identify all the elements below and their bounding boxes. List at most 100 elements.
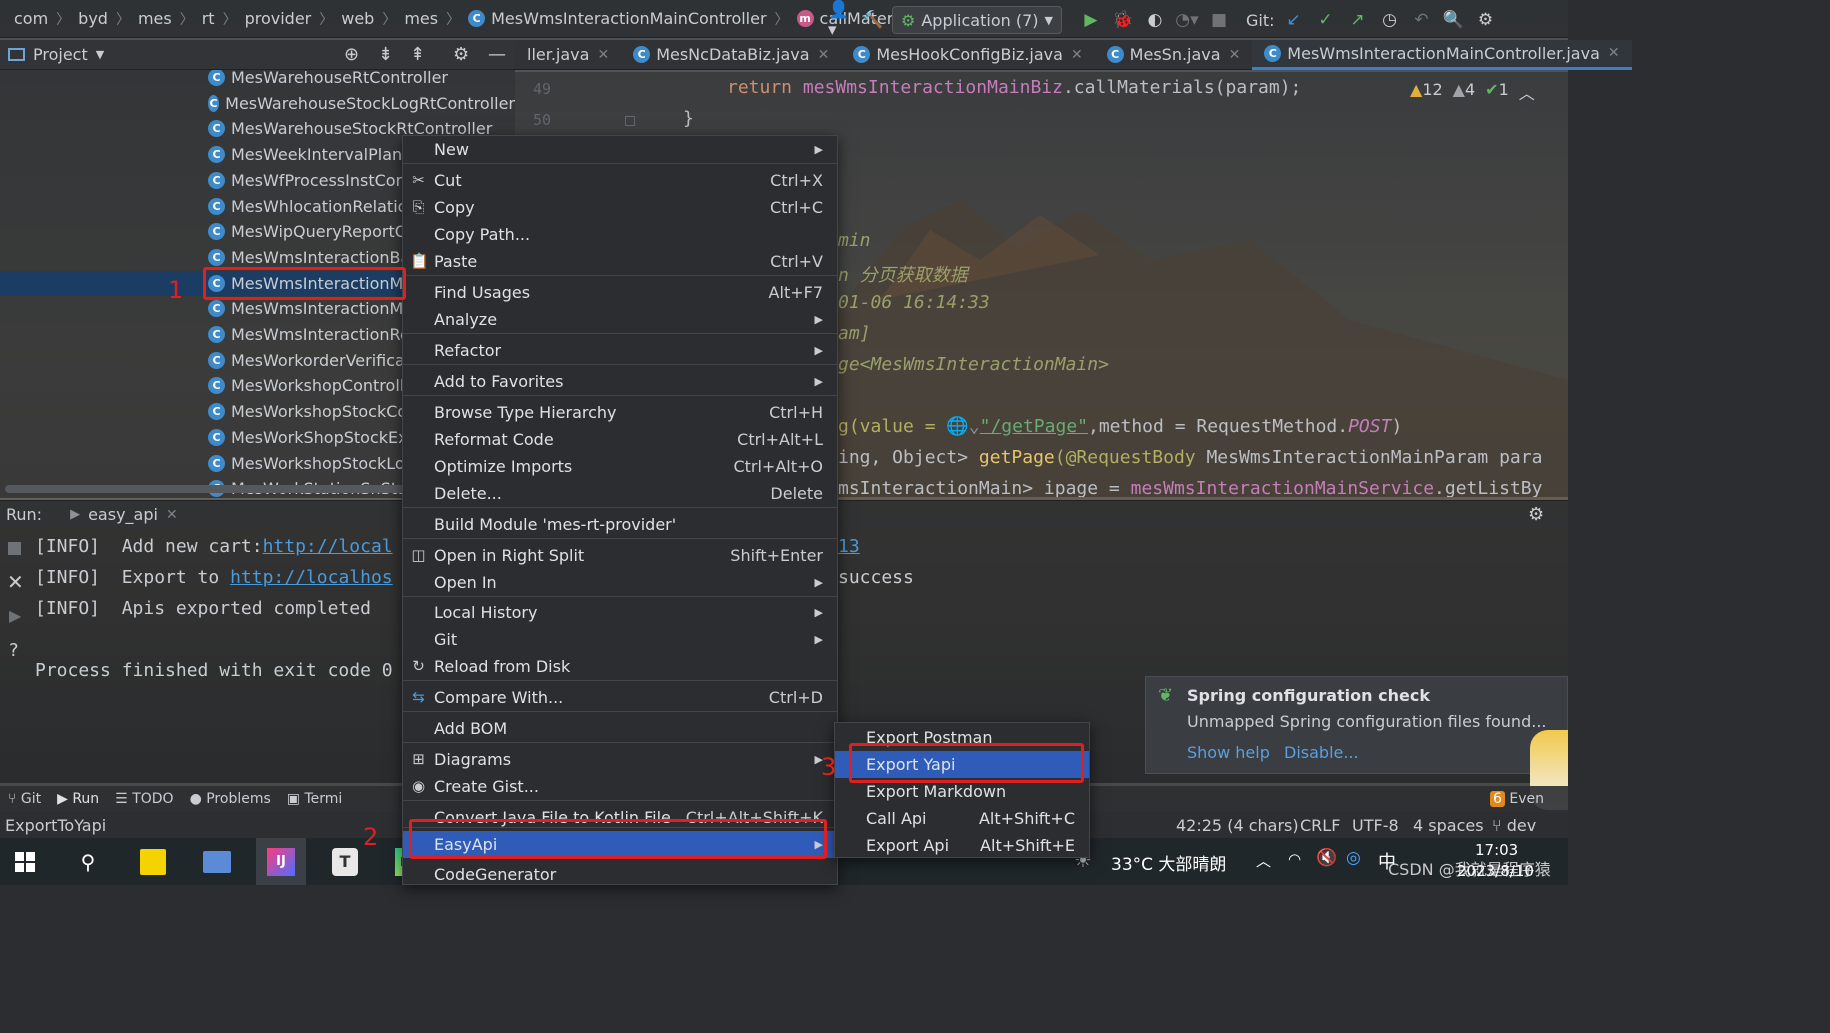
tree-item[interactable]: C MesWarehouseRtController [0, 70, 515, 90]
help-icon[interactable]: ? [9, 640, 19, 661]
coverage-icon[interactable]: ◐ [1142, 7, 1168, 33]
rollback-icon[interactable]: ↶ [1408, 7, 1434, 33]
inspection-widget[interactable]: ▲12 ▲4 ✔1 ︿ [1410, 80, 1535, 104]
menu-item-add-to-favorites[interactable]: Add to Favorites ▶ [403, 368, 837, 395]
menu-item-cut[interactable]: ✂ Cut Ctrl+X [403, 167, 837, 194]
locate-icon[interactable]: ⊕ [344, 44, 359, 65]
submenu-item-call-api[interactable]: Call Api Alt+Shift+C [835, 805, 1089, 832]
editor-tab[interactable]: C MesHookConfigBiz.java ✕ [841, 40, 1094, 70]
close-icon[interactable]: ✕ [1071, 47, 1083, 63]
tool-event-log[interactable]: 6 Even [1490, 791, 1544, 807]
tool-problems[interactable]: ● Problems [190, 791, 271, 807]
tool-git[interactable]: ⑂ Git [8, 791, 41, 807]
breadcrumb-class[interactable]: C MesWmsInteractionMainController 〉 [468, 9, 796, 29]
search-icon[interactable]: 🔍 [1440, 7, 1466, 33]
fold-marker-icon[interactable] [625, 116, 635, 126]
close-icon[interactable]: ✕ [597, 47, 609, 63]
run-config-dropdown[interactable]: ⚙ Application (7) ▼ [892, 6, 1062, 34]
stop-icon[interactable]: ■ [1206, 7, 1232, 33]
breadcrumb-item[interactable]: byd 〉 [78, 9, 138, 29]
breadcrumb-item[interactable]: provider 〉 [245, 9, 342, 29]
menu-item-optimize-imports[interactable]: Optimize Imports Ctrl+Alt+O [403, 453, 837, 480]
history-icon[interactable]: ◷ [1376, 7, 1402, 33]
close-icon[interactable]: ✕ [166, 507, 178, 523]
breadcrumb-item[interactable]: rt 〉 [202, 9, 245, 29]
tree-item[interactable]: C MesWarehouseStockLogRtController [0, 91, 515, 116]
show-help-link[interactable]: Show help [1187, 743, 1270, 762]
menu-item-git[interactable]: Git ▶ [403, 626, 837, 653]
git-commit-icon[interactable]: ✓ [1312, 7, 1338, 33]
build-hammer-icon[interactable]: 🔨 [860, 7, 886, 33]
run-tab[interactable]: easy_api [88, 505, 158, 524]
breadcrumb-item[interactable]: com 〉 [14, 9, 78, 29]
vcs-branch[interactable]: ⑂ dev [1492, 816, 1536, 835]
user-icon[interactable]: 👤▾ [828, 0, 854, 40]
tool-run[interactable]: ▶ Run [57, 791, 99, 807]
gear-icon[interactable]: ⚙ [453, 44, 469, 65]
rerun-icon[interactable]: ▶ [9, 606, 21, 625]
chevron-up-icon[interactable]: ︿ [1256, 850, 1271, 871]
menu-item-local-history[interactable]: Local History ▶ [403, 599, 837, 626]
console-link[interactable]: 13 [838, 536, 860, 557]
menu-item-new[interactable]: New ▶ [403, 136, 837, 163]
sticky-notes-icon[interactable] [128, 838, 178, 885]
app-tray-icon[interactable]: ◎ [1346, 848, 1361, 868]
intellij-icon[interactable]: IJ [256, 838, 306, 885]
git-push-icon[interactable]: ↗ [1344, 7, 1370, 33]
disable-link[interactable]: Disable... [1284, 743, 1359, 762]
volume-muted-icon[interactable]: 🔇 [1316, 848, 1337, 868]
menu-item-open-in-right-split[interactable]: ◫ Open in Right Split Shift+Enter [403, 542, 837, 569]
chevron-down-icon[interactable]: ▼ [96, 48, 104, 61]
close-icon[interactable]: ✕ [1229, 47, 1241, 63]
menu-item-copy[interactable]: ⎘ Copy Ctrl+C [403, 194, 837, 221]
menu-item-copy-path[interactable]: Copy Path... [403, 221, 837, 248]
collapse-all-icon[interactable]: ⇞ [410, 44, 425, 65]
menu-item-diagrams[interactable]: ⊞ Diagrams ▶ [403, 746, 837, 773]
line-separator[interactable]: CRLF [1300, 816, 1340, 835]
run-icon[interactable]: ▶ [1078, 7, 1104, 33]
breadcrumb-item[interactable]: mes 〉 [404, 9, 468, 29]
profile-icon[interactable]: ◔▾ [1174, 7, 1200, 33]
remote-desktop-icon[interactable] [192, 838, 242, 885]
editor-tab[interactable]: C MesWmsInteractionMainController.java ✕ [1252, 39, 1632, 70]
gear-icon[interactable]: ⚙ [1528, 504, 1544, 525]
settings-icon[interactable]: ⚙ [1472, 7, 1498, 33]
submenu-item-export-api[interactable]: Export Api Alt+Shift+E [835, 832, 1089, 859]
weather-text[interactable]: 33°C 大部晴朗 [1111, 850, 1226, 875]
menu-item-add-bom[interactable]: Add BOM [403, 715, 837, 742]
stop-icon[interactable] [8, 542, 21, 555]
close-icon[interactable]: ✕ [818, 47, 830, 63]
menu-item-refactor[interactable]: Refactor ▶ [403, 337, 837, 364]
menu-item-reload-from-disk[interactable]: ↻ Reload from Disk [403, 653, 837, 680]
indent-setting[interactable]: 4 spaces [1413, 816, 1484, 835]
file-encoding[interactable]: UTF-8 [1352, 816, 1399, 835]
debug-icon[interactable]: 🐞 [1110, 7, 1136, 33]
menu-item-browse-type-hierarchy[interactable]: Browse Type Hierarchy Ctrl+H [403, 399, 837, 426]
menu-item-analyze[interactable]: Analyze ▶ [403, 306, 837, 333]
close-icon[interactable]: ✕ [1608, 45, 1620, 61]
close-icon[interactable]: ✕ [7, 570, 24, 594]
menu-item-paste[interactable]: 📋 Paste Ctrl+V [403, 248, 837, 275]
editor-tab[interactable]: C MesNcDataBiz.java ✕ [621, 40, 841, 70]
caret-position[interactable]: 42:25 (4 chars) [1176, 816, 1299, 835]
search-icon[interactable]: ⚲ [63, 838, 113, 885]
menu-item-create-gist[interactable]: ◉ Create Gist... [403, 773, 837, 800]
menu-item-compare-with[interactable]: ⇆ Compare With... Ctrl+D [403, 684, 837, 711]
breadcrumb-item[interactable]: web 〉 [341, 9, 404, 29]
git-update-icon[interactable]: ↙ [1280, 7, 1306, 33]
editor-tab[interactable]: ller.java ✕ [515, 40, 621, 70]
chevron-up-icon[interactable]: ︿ [1519, 80, 1535, 104]
tool-todo[interactable]: ☰ TODO [115, 791, 173, 807]
project-title[interactable]: Project [33, 45, 88, 64]
menu-item-codegenerator[interactable]: CodeGenerator [403, 861, 837, 888]
start-button[interactable] [0, 838, 50, 885]
wifi-icon[interactable]: ◠ [1288, 850, 1301, 868]
menu-item-build-module-mes-rt-provider[interactable]: Build Module 'mes-rt-provider' [403, 511, 837, 538]
hide-panel-icon[interactable]: — [488, 44, 506, 65]
menu-item-open-in[interactable]: Open In ▶ [403, 569, 837, 596]
breadcrumb-item[interactable]: mes 〉 [138, 9, 202, 29]
menu-item-find-usages[interactable]: Find Usages Alt+F7 [403, 279, 837, 306]
editor-tab[interactable]: C MesSn.java ✕ [1095, 40, 1253, 70]
expand-all-icon[interactable]: ⇟ [378, 44, 393, 65]
tool-terminal[interactable]: ▣ Termi [287, 791, 343, 807]
